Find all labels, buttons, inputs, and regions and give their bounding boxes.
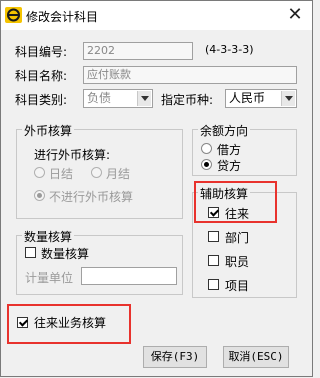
- unit-label: 计量单位: [25, 271, 74, 285]
- close-icon[interactable]: ✕: [284, 4, 306, 26]
- e-logo-icon: [5, 7, 22, 23]
- credit-radio[interactable]: [201, 159, 212, 170]
- currency-label: 指定币种:: [161, 93, 214, 107]
- category-label: 科目类别:: [15, 93, 68, 107]
- category-value: 负债: [87, 91, 112, 105]
- window-title: 修改会计科目: [26, 10, 99, 24]
- unit-input[interactable]: [81, 267, 177, 285]
- title-bar: 修改会计科目 ✕: [1, 1, 312, 30]
- aux-project-label: 项目: [225, 279, 250, 293]
- name-field[interactable]: 应付账款: [83, 66, 297, 84]
- quantity-title: 数量核算: [22, 228, 75, 245]
- dialog-window: 修改会计科目 ✕ 科目编号: 2202 (4-3-3-3) 科目名称: 应付账款…: [0, 0, 313, 377]
- daily-label: 日结: [49, 167, 74, 181]
- category-select[interactable]: 负债: [83, 89, 153, 108]
- foreign-currency-title: 外币核算: [22, 122, 75, 139]
- aux-department-checkbox[interactable]: [208, 231, 219, 242]
- code-field[interactable]: 2202: [83, 42, 193, 60]
- monthly-radio[interactable]: [91, 167, 102, 178]
- debit-label: 借方: [217, 143, 242, 157]
- no-foreign-radio[interactable]: [34, 190, 45, 201]
- cancel-button[interactable]: 取消(ESC): [223, 346, 289, 368]
- no-foreign-label: 不进行外币核算: [49, 190, 134, 204]
- intercourse-business-label: 往来业务核算: [34, 316, 107, 330]
- foreign-currency-label: 进行外币核算:: [34, 148, 111, 162]
- quantity-check-label: 数量核算: [41, 247, 90, 261]
- quantity-checkbox[interactable]: [25, 247, 36, 258]
- aux-project-checkbox[interactable]: [208, 279, 219, 290]
- debit-radio[interactable]: [201, 143, 212, 154]
- currency-select[interactable]: 人民币: [225, 89, 297, 108]
- aux-staff-label: 职员: [225, 255, 250, 269]
- aux-department-label: 部门: [225, 231, 250, 245]
- currency-value: 人民币: [229, 91, 266, 105]
- daily-radio[interactable]: [34, 167, 45, 178]
- aux-staff-checkbox[interactable]: [208, 255, 219, 266]
- balance-direction-title: 余额方向: [198, 122, 251, 139]
- monthly-label: 月结: [106, 167, 131, 181]
- code-format-hint: (4-3-3-3): [205, 43, 254, 56]
- chevron-down-icon[interactable]: [281, 91, 295, 106]
- intercourse-business-checkbox[interactable]: [17, 317, 28, 328]
- credit-label: 贷方: [217, 159, 242, 173]
- code-label: 科目编号:: [15, 45, 68, 59]
- save-button[interactable]: 保存(F3): [143, 346, 207, 368]
- highlight-box: [194, 181, 277, 223]
- name-label: 科目名称:: [15, 69, 68, 83]
- chevron-down-icon[interactable]: [137, 91, 151, 106]
